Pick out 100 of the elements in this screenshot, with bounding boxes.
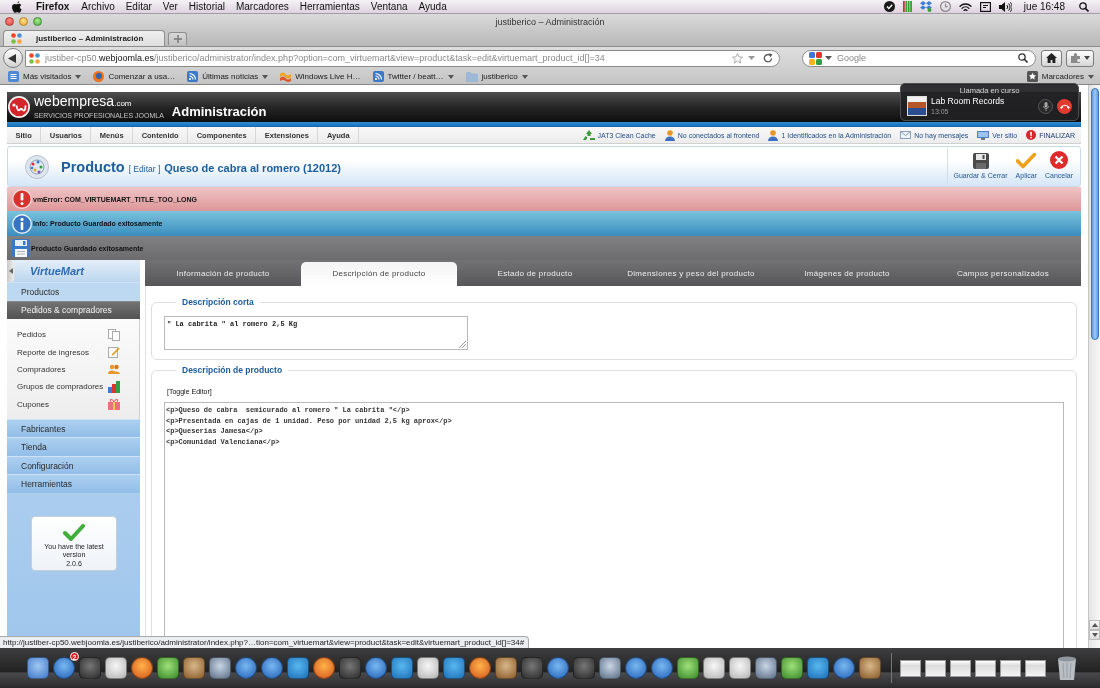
apple-icon[interactable] [12,0,22,13]
menu-item[interactable]: Herramientas [299,1,360,12]
address-field[interactable]: justiber-cp50.webjoomla.es/justiberico/administrator/index.php?option=com_virtuemart&view=product&task=edit&virtuemart_product_id[]=34 [25,49,780,67]
reload-icon[interactable] [763,53,773,63]
app-icon[interactable] [833,657,855,679]
caret-icon[interactable] [825,56,832,60]
bookmark-item[interactable]: Últimas noticias [187,70,269,83]
wifi-icon[interactable] [958,1,972,12]
app-icon[interactable] [651,657,673,679]
level-bars-icon[interactable] [902,1,912,12]
app-icon[interactable] [287,657,309,679]
app-icon[interactable] [755,657,777,679]
product-tab[interactable]: Imágenes de producto [769,260,925,286]
menu-item[interactable]: Editar [125,1,152,12]
window-thumbnail-icon[interactable] [950,659,971,677]
app-icon[interactable] [105,657,127,679]
search-icon[interactable] [1018,53,1028,63]
bookmark-item[interactable]: Twitter / beatt… [372,70,454,83]
menu-item[interactable]: Archivo [81,1,115,12]
submenu-item[interactable]: Cupones [7,395,139,413]
app-icon[interactable] [391,657,413,679]
clock-text[interactable]: jue 16:48 [1023,1,1065,12]
browser-tab[interactable]: justiberico – Administración [3,30,165,46]
sidebar-section[interactable]: Tienda [7,437,140,456]
app-icon[interactable] [157,657,179,679]
scrollbar-thumb[interactable] [1090,88,1099,340]
app-icon[interactable] [781,657,803,679]
search-icon[interactable] [1079,1,1089,12]
bookmark-item[interactable]: Windows Live H… [280,70,361,83]
submenu-item[interactable]: Pedidos [7,326,139,344]
app-icon[interactable] [313,657,335,679]
scrollbar[interactable] [1088,85,1100,648]
window-thumbnail-icon[interactable] [925,659,946,677]
window-thumbnail-icon[interactable] [975,659,996,677]
menu-item[interactable]: Marcadores [235,1,289,12]
virtuemart-logo: VirtueMart [30,265,84,277]
scroll-up-button[interactable] [1089,620,1100,630]
blocks-icon [108,380,120,393]
search-field[interactable]: Google [802,49,1036,67]
back-button[interactable] [3,48,23,68]
app-icon[interactable] [365,657,387,679]
app-icon[interactable] [859,657,881,679]
app-icon[interactable] [599,657,621,679]
bookmarks-menu-button[interactable]: Marcadores [1026,70,1094,83]
app-icon[interactable] [235,657,257,679]
app-icon[interactable] [131,657,153,679]
app-menu[interactable]: Firefox [36,1,70,12]
window-thumbnail-icon[interactable] [900,659,921,677]
section-legend: Descripción de producto [176,365,289,375]
product-tab[interactable]: Estado de producto [457,260,613,286]
app-icon[interactable] [209,657,231,679]
app-icon[interactable] [469,657,491,679]
diamonds-icon[interactable] [919,1,932,12]
app-icon[interactable] [807,657,829,679]
scroll-down-button[interactable] [1089,630,1100,640]
menu-item[interactable]: Ver [162,1,178,12]
submenu-item[interactable]: Grupos de compradores [7,378,139,396]
app-icon[interactable] [443,657,465,679]
menu-item[interactable]: Ventana [370,1,408,12]
product-tab[interactable]: Información de producto [145,260,301,286]
product-tab[interactable]: Descripción de producto [301,262,457,286]
bookmark-item[interactable]: Comenzar a usa… [93,70,176,83]
clock-icon[interactable] [939,1,951,12]
bookmark-item[interactable]: justiberico [465,70,528,83]
resize-grip-icon[interactable] [459,341,466,348]
app-icon[interactable] [729,657,751,679]
puzzle-icon [1070,53,1082,63]
app-icon[interactable] [677,657,699,679]
trash-icon[interactable] [1058,656,1076,680]
home-button[interactable] [1041,49,1062,67]
star-icon[interactable] [732,52,743,64]
window-thumbnail-icon[interactable] [1025,659,1046,677]
submenu-item[interactable]: Compradores [7,360,139,379]
sidebar-section[interactable]: Herramientas [7,474,140,493]
app-icon[interactable] [417,657,439,679]
extension-button[interactable] [1066,49,1094,67]
app-icon[interactable] [547,657,569,679]
product-tab[interactable]: Campos personalizados [925,260,1081,286]
submenu-item[interactable]: Reporte de ingresos [7,343,139,361]
app-icon[interactable] [53,657,75,679]
bookmark-item[interactable]: Más visitados [8,70,82,83]
speaker-icon[interactable] [998,1,1012,12]
check-circle-icon[interactable] [883,1,895,12]
menu-item[interactable]: Ayuda [418,1,447,12]
mute-button[interactable] [1038,98,1053,114]
close-button[interactable] [5,17,14,26]
hang-up-button[interactable] [1057,98,1072,114]
app-icon[interactable] [703,657,725,679]
menu-item[interactable]: Historial [188,1,225,12]
app-icon[interactable] [625,657,647,679]
display-icon[interactable] [979,1,991,12]
product-tab[interactable]: Dimensiones y peso del producto [613,260,769,286]
window-thumbnail-icon[interactable] [1000,659,1021,677]
app-icon[interactable] [495,657,517,679]
app-icon[interactable] [27,657,49,679]
collapse-tab[interactable] [7,260,14,282]
app-icon[interactable] [261,657,283,679]
four-squares-icon[interactable] [809,51,822,65]
app-icon[interactable] [183,657,205,679]
sidebar-section[interactable]: Productos [7,282,140,301]
